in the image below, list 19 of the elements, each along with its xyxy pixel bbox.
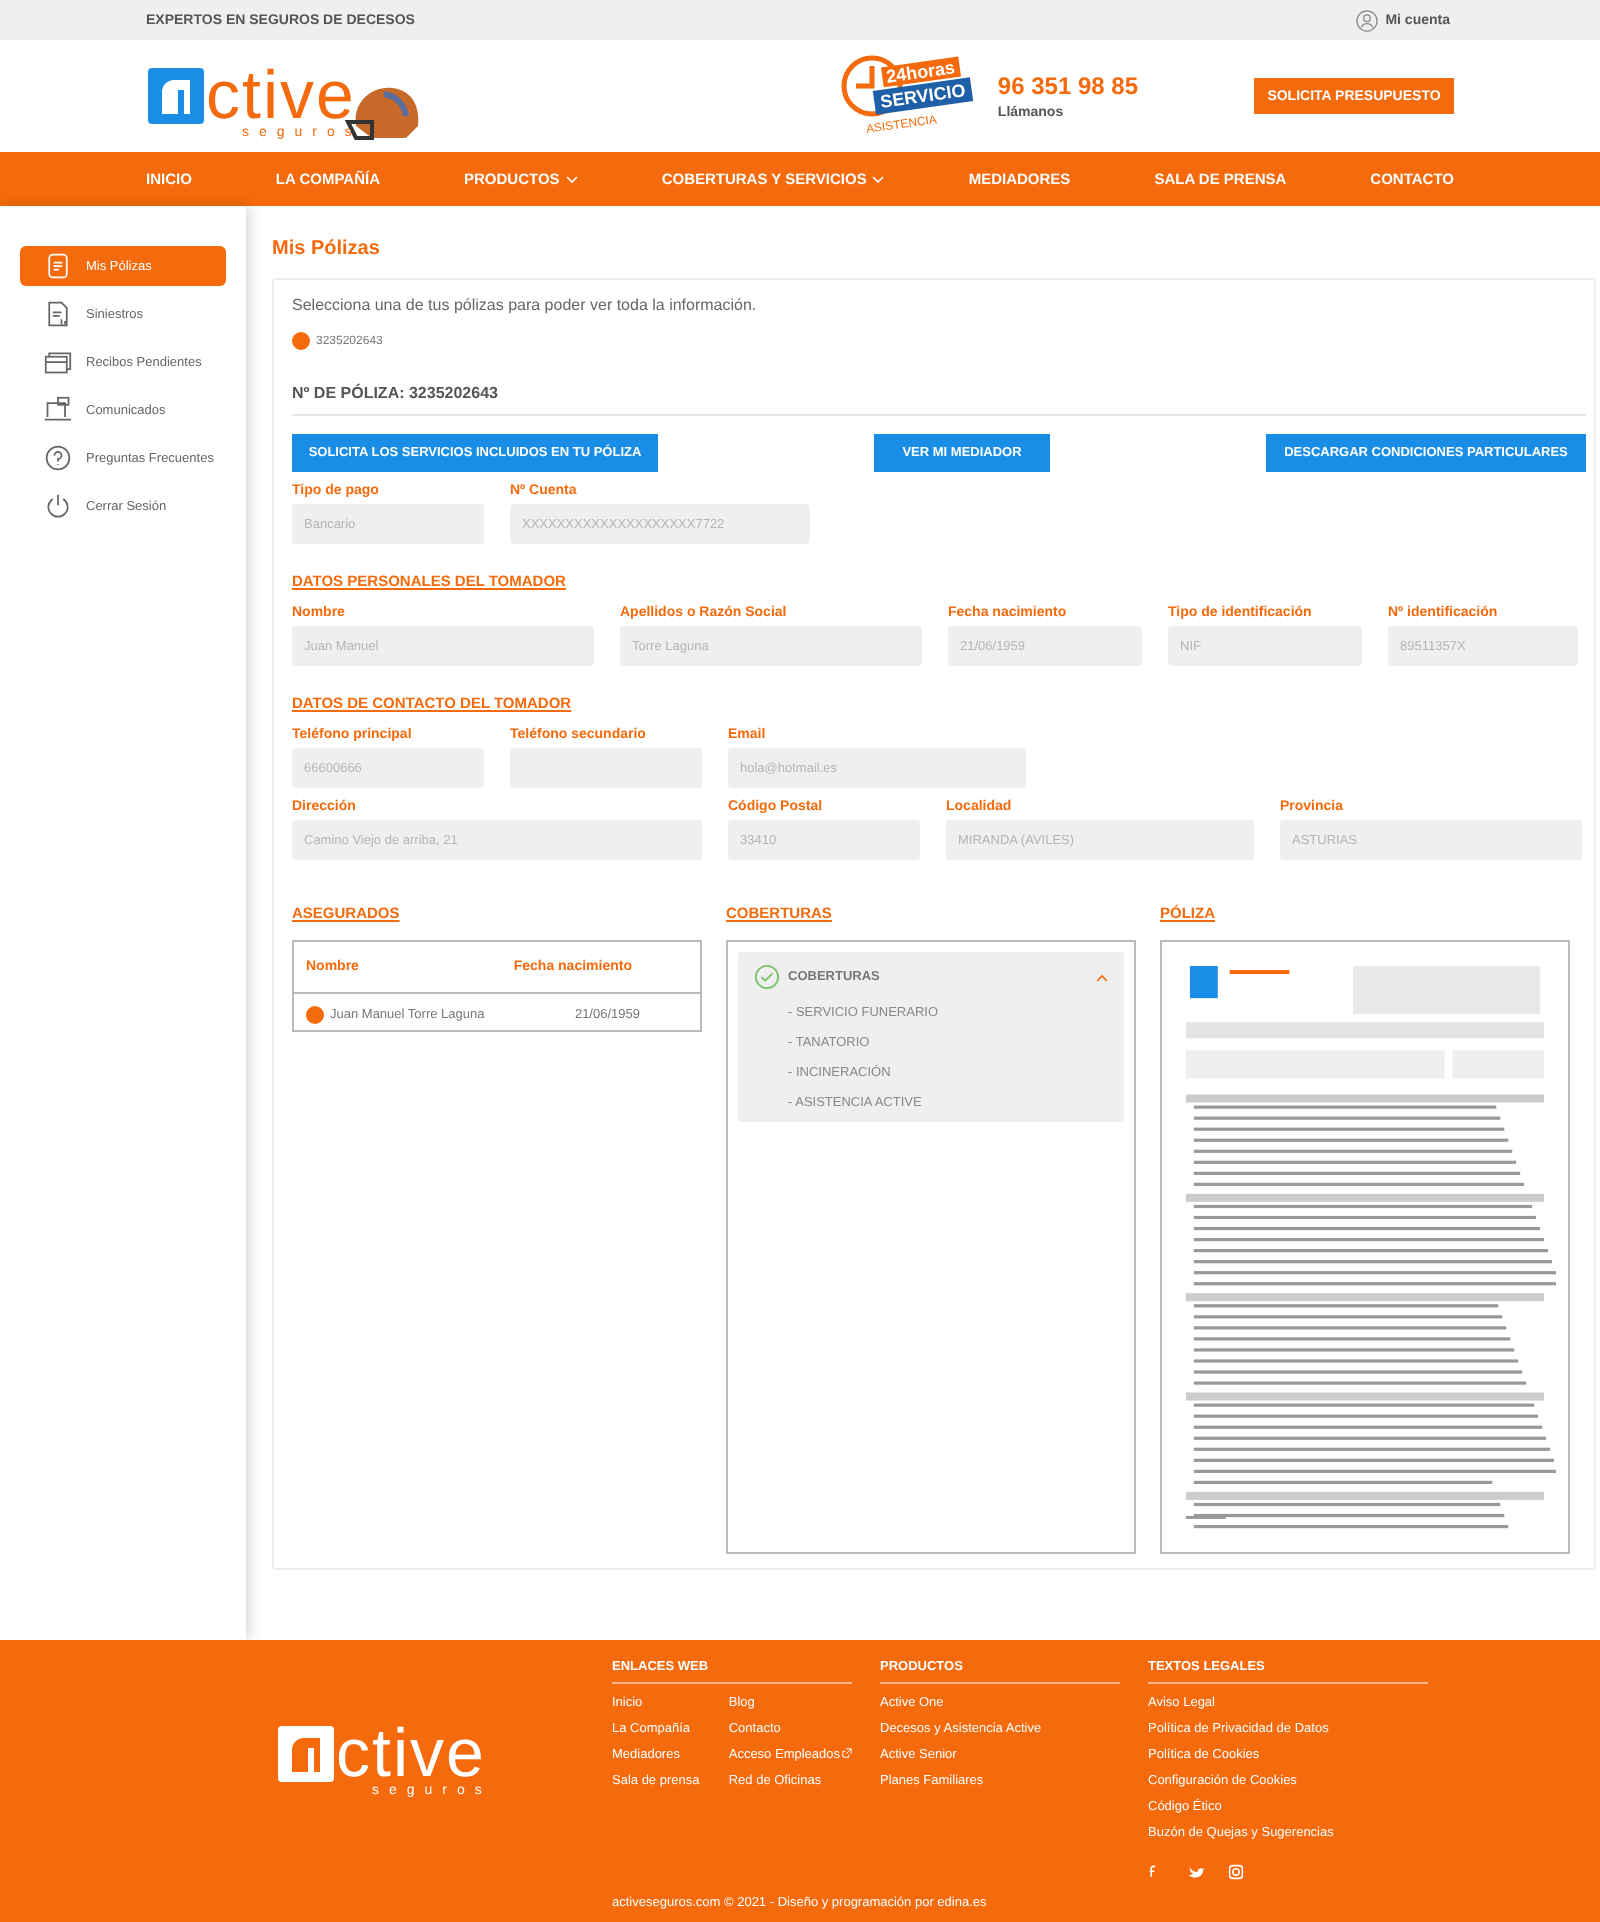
document-icon	[44, 252, 72, 280]
question-icon	[44, 444, 72, 472]
check-icon	[754, 964, 780, 990]
page-title: Mis Pólizas	[272, 238, 382, 260]
chevron-up-icon[interactable]	[1096, 973, 1108, 981]
logo-word: ctive	[336, 1724, 486, 1784]
camera-icon[interactable]	[1228, 1864, 1244, 1880]
logo-mark-icon	[146, 66, 206, 126]
power-icon	[44, 492, 72, 520]
report-icon	[44, 300, 72, 328]
phone-number: 96 351 98 85	[997, 72, 1138, 100]
logo-word: ctive	[206, 66, 356, 126]
intro-text: Selecciona una de tus pólizas para poder ver toda la información.	[292, 296, 759, 314]
user-icon[interactable]	[1355, 9, 1378, 31]
status-dot	[306, 1005, 324, 1023]
cards-icon	[44, 348, 72, 376]
policy-heading: Nº DE PÓLIZA: 3235202643	[292, 384, 1586, 416]
logo-mark-icon	[276, 1724, 336, 1784]
bird-icon[interactable]	[1188, 1864, 1204, 1880]
